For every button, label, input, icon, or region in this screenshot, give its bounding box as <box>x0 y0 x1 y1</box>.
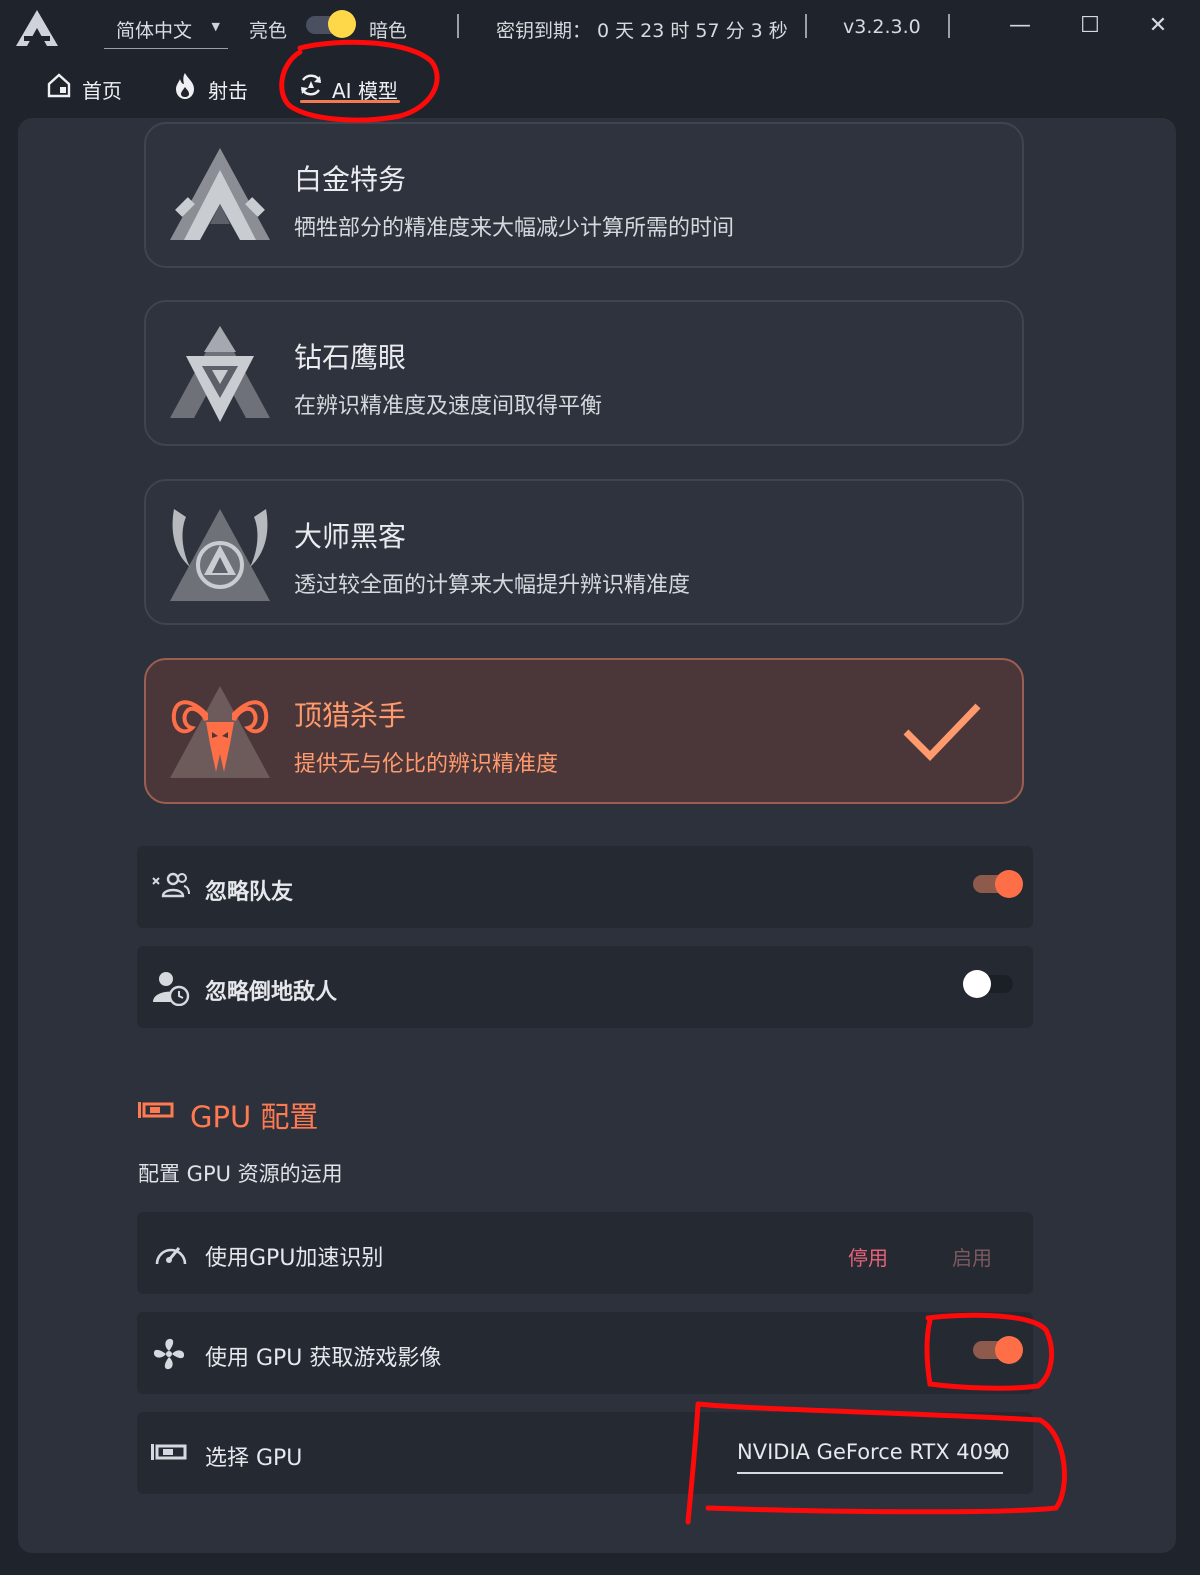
tab-home[interactable]: 首页 <box>46 70 136 110</box>
minimize-button[interactable]: — <box>1000 10 1040 42</box>
gpu-accel-disable-button[interactable]: 停用 <box>848 1242 888 1271</box>
model-title: 钻石鹰眼 <box>294 341 407 374</box>
model-card-diamond[interactable]: 钻石鹰眼 在辨识精准度及速度间取得平衡 <box>144 300 1024 446</box>
model-card-predator[interactable]: 顶猎杀手 提供无与伦比的辨识精准度 <box>144 658 1024 804</box>
gpu-section-title-text: GPU 配置 <box>190 1100 319 1134</box>
speedometer-icon <box>155 1247 187 1265</box>
close-icon: ✕ <box>1148 13 1168 38</box>
minimize-icon: — <box>1009 13 1031 38</box>
gpu-select-value: NVIDIA GeForce RTX 4090 <box>737 1440 1010 1464</box>
ignore-teammates-toggle[interactable] <box>973 870 1023 898</box>
fan-icon <box>153 1338 185 1370</box>
tab-shooting-label: 射击 <box>208 79 248 103</box>
gpu-capture-label: 使用 GPU 获取游戏影像 <box>205 1346 442 1371</box>
gpu-select-row: 选择 GPU NVIDIA GeForce RTX 4090 ▼ <box>137 1412 1033 1494</box>
theme-dark-label: 暗色 <box>369 20 408 42</box>
ignore-downed-row: 忽略倒地敌人 <box>137 946 1033 1028</box>
gpu-accel-enable-button[interactable]: 启用 <box>952 1242 992 1271</box>
gpu-capture-toggle[interactable] <box>973 1336 1023 1364</box>
tab-shooting[interactable]: 射击 <box>172 70 262 110</box>
model-description: 牺牲部分的精准度来大幅减少计算所需的时间 <box>294 216 735 241</box>
model-card-master[interactable]: 大师黑客 透过较全面的计算来大幅提升辨识精准度 <box>144 479 1024 625</box>
maximize-icon: ☐ <box>1080 13 1100 38</box>
diamond-emblem-icon <box>170 326 270 422</box>
close-button[interactable]: ✕ <box>1138 10 1178 42</box>
model-card-platinum[interactable]: 白金特务 牺牲部分的精准度来大幅减少计算所需的时间 <box>144 122 1024 268</box>
flame-icon <box>176 73 194 99</box>
chevron-down-icon: ▼ <box>211 20 220 33</box>
predator-emblem-icon <box>170 686 270 778</box>
home-icon <box>47 73 71 98</box>
master-emblem-icon <box>170 509 270 601</box>
model-title: 白金特务 <box>294 163 407 196</box>
gpu-select-dropdown[interactable]: NVIDIA GeForce RTX 4090 ▼ <box>737 1438 1010 1474</box>
divider <box>457 14 459 38</box>
model-title: 大师黑客 <box>294 520 407 553</box>
toggle-knob <box>995 1336 1023 1364</box>
model-description: 提供无与伦比的辨识精准度 <box>294 752 559 777</box>
divider <box>948 14 950 38</box>
language-select[interactable]: 简体中文 ▼ <box>104 12 228 49</box>
gpu-select-label: 选择 GPU <box>205 1446 303 1471</box>
gpu-card-icon <box>138 1102 174 1118</box>
chevron-down-icon: ▼ <box>991 1446 1001 1460</box>
gpu-card-icon <box>151 1444 187 1460</box>
platinum-emblem-icon <box>170 148 270 240</box>
sun-knob-icon <box>328 10 356 38</box>
key-expiry-value: 0 天 23 时 57 分 3 秒 <box>597 20 788 42</box>
ignore-teammates-label: 忽略队友 <box>205 880 294 905</box>
key-expiry-label: 密钥到期： <box>496 20 592 42</box>
model-description: 透过较全面的计算来大幅提升辨识精准度 <box>294 573 691 598</box>
active-tab-indicator <box>300 100 400 103</box>
version-label: v3.2.3.0 <box>843 16 921 38</box>
ignore-teammates-row: 忽略队友 <box>137 846 1033 928</box>
theme-light-label: 亮色 <box>249 20 288 42</box>
gpu-accel-row: 使用GPU加速识别 停用 启用 <box>137 1212 1033 1294</box>
theme-toggle[interactable] <box>306 10 356 38</box>
model-title: 顶猎杀手 <box>294 699 407 732</box>
main-panel: 白金特务 牺牲部分的精准度来大幅减少计算所需的时间 钻石鹰眼 在辨识精准度及速度… <box>18 118 1176 1553</box>
ignore-downed-toggle[interactable] <box>963 970 1013 998</box>
model-description: 在辨识精准度及速度间取得平衡 <box>294 394 603 419</box>
gpu-section-subtitle: 配置 GPU 资源的运用 <box>138 1162 343 1186</box>
maximize-button[interactable]: ☐ <box>1070 10 1110 42</box>
title-bar: 简体中文 ▼ 亮色 暗色 密钥到期： 0 天 23 时 57 分 3 秒 v3.… <box>0 0 1200 56</box>
toggle-knob <box>963 970 991 998</box>
ai-model-icon <box>300 74 322 96</box>
tab-ai-model[interactable]: AI 模型 <box>298 70 408 110</box>
toggle-knob <box>995 870 1023 898</box>
divider <box>805 14 807 38</box>
person-clock-icon <box>153 972 190 1006</box>
ignore-downed-label: 忽略倒地敌人 <box>205 980 338 1005</box>
tab-home-label: 首页 <box>82 79 122 103</box>
check-icon <box>903 703 981 762</box>
gpu-accel-label: 使用GPU加速识别 <box>205 1246 384 1271</box>
language-value: 简体中文 <box>116 20 193 42</box>
app-logo-icon <box>16 10 58 46</box>
gpu-capture-row: 使用 GPU 获取游戏影像 <box>137 1312 1033 1394</box>
ignore-people-icon <box>152 872 190 898</box>
